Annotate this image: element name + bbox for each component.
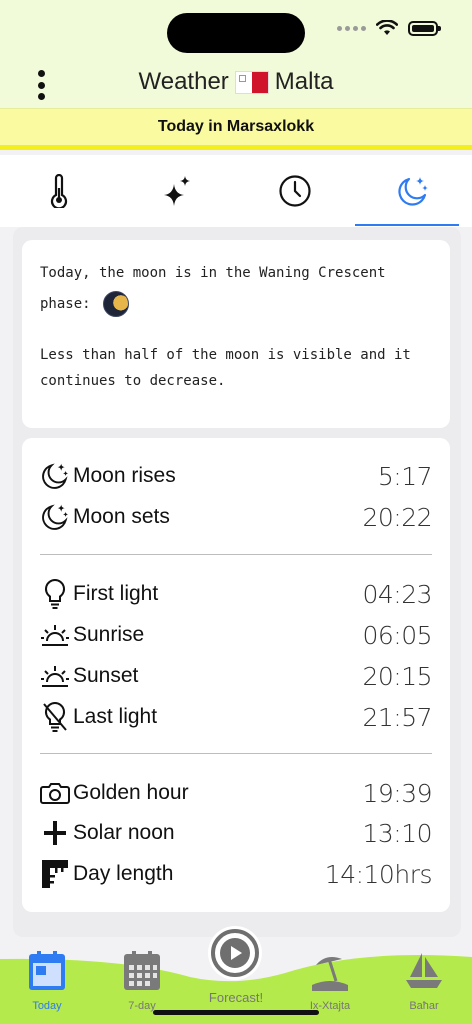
home-indicator: [153, 1010, 319, 1015]
divider: [40, 554, 432, 555]
divider: [40, 753, 432, 754]
moon-stars-icon: [398, 177, 428, 206]
golden-hour-label: Golden hour: [73, 781, 189, 804]
nav-today-label: Today: [32, 1000, 62, 1012]
beach-umbrella-icon: [312, 957, 348, 991]
forecast-label: Forecast!: [208, 990, 264, 1005]
moon-phase-name: Waning Crescent: [259, 265, 386, 281]
cellular-signal-icon: [337, 25, 366, 31]
nav-7-day[interactable]: 7-day: [107, 951, 177, 1012]
nav-ix-xtajta[interactable]: Ix-Xtajta: [295, 951, 365, 1012]
dynamic-island: [167, 13, 305, 53]
nav-bahar[interactable]: Baħar: [389, 951, 459, 1012]
solar-noon-icon: [40, 816, 70, 850]
camera-icon: [40, 776, 70, 810]
header: Weather Malta: [0, 0, 472, 108]
first-light-label: First light: [73, 582, 159, 605]
tab-hourly[interactable]: [236, 155, 354, 227]
sun-moon-times-card: Moon rises 5:17 Moon sets 20:22 First li…: [22, 438, 450, 912]
moon-phase-text: Today, the moon is in the Waning Crescen…: [40, 258, 432, 320]
status-icons: [337, 20, 441, 36]
sunset-value: 20:15: [362, 661, 432, 691]
row-moon-rises: Moon rises 5:17: [40, 456, 433, 496]
sailboat-icon: [406, 953, 442, 988]
thermometer-icon: [50, 174, 68, 208]
clock-icon: [279, 175, 311, 207]
row-first-light: First light 04:23: [40, 574, 432, 614]
nav-bahar-label: Baħar: [409, 1000, 439, 1012]
row-sunrise: Sunrise 06:05: [40, 615, 432, 655]
last-light-value: 21:57: [362, 702, 432, 732]
moon-phase-suffix: phase:: [40, 296, 91, 312]
tab-temperature[interactable]: [0, 155, 118, 227]
row-moon-sets: Moon sets 20:22: [40, 497, 432, 537]
solar-noon-label: Solar noon: [73, 821, 175, 844]
row-last-light: Last light 21:57: [40, 697, 432, 737]
lightbulb-off-icon: [40, 700, 70, 734]
play-replay-icon: [208, 926, 262, 980]
location-banner: Today in Marsaxlokk: [0, 108, 472, 150]
sunrise-icon: [40, 618, 70, 652]
row-golden-hour: Golden hour 19:39: [40, 773, 432, 813]
sparkles-icon: [164, 176, 190, 206]
sunset-label: Sunset: [73, 664, 139, 687]
day-length-label: Day length: [73, 862, 174, 885]
first-light-value: 04:23: [362, 579, 432, 609]
tab-moon[interactable]: [354, 155, 472, 227]
sunrise-value: 06:05: [362, 620, 432, 650]
tab-conditions[interactable]: [118, 155, 236, 227]
moon-sets-label: Moon sets: [73, 505, 170, 528]
malta-flag-icon: [234, 70, 269, 94]
row-solar-noon: Solar noon 13:10: [40, 813, 432, 853]
moon-stars-icon: [40, 500, 70, 534]
row-sunset: Sunset 20:15: [40, 656, 432, 696]
moon-rises-value: 5:17: [377, 461, 433, 491]
battery-icon: [408, 20, 441, 36]
sunset-icon: [40, 659, 70, 693]
row-day-length: Day length 14:10hrs: [40, 854, 433, 894]
moon-rises-label: Moon rises: [73, 464, 176, 487]
app-title-left: Weather: [138, 68, 229, 95]
calendar-day-icon: [29, 951, 65, 990]
solar-noon-value: 13:10: [362, 818, 432, 848]
day-length-value: 14:10hrs: [324, 859, 433, 889]
ruler-icon: [40, 857, 70, 891]
nav-today[interactable]: Today: [12, 951, 82, 1012]
lightbulb-icon: [40, 577, 70, 611]
forecast-button[interactable]: [207, 925, 263, 981]
moon-phase-description: Less than half of the moon is visible an…: [40, 347, 411, 389]
golden-hour-value: 19:39: [362, 778, 432, 808]
waning-crescent-moon-icon: [103, 291, 130, 317]
moon-stars-icon: [40, 459, 70, 493]
tab-bar: [0, 155, 472, 227]
moon-phase-prefix: Today, the moon is in the: [40, 265, 260, 281]
moon-sets-value: 20:22: [362, 502, 432, 532]
moon-phase-card: Today, the moon is in the Waning Crescen…: [22, 240, 450, 428]
calendar-week-icon: [124, 951, 160, 990]
wifi-icon: [376, 20, 398, 35]
app-title: Weather Malta: [0, 68, 472, 96]
last-light-label: Last light: [73, 705, 158, 728]
app-title-right: Malta: [274, 68, 334, 95]
sunrise-label: Sunrise: [73, 623, 145, 646]
